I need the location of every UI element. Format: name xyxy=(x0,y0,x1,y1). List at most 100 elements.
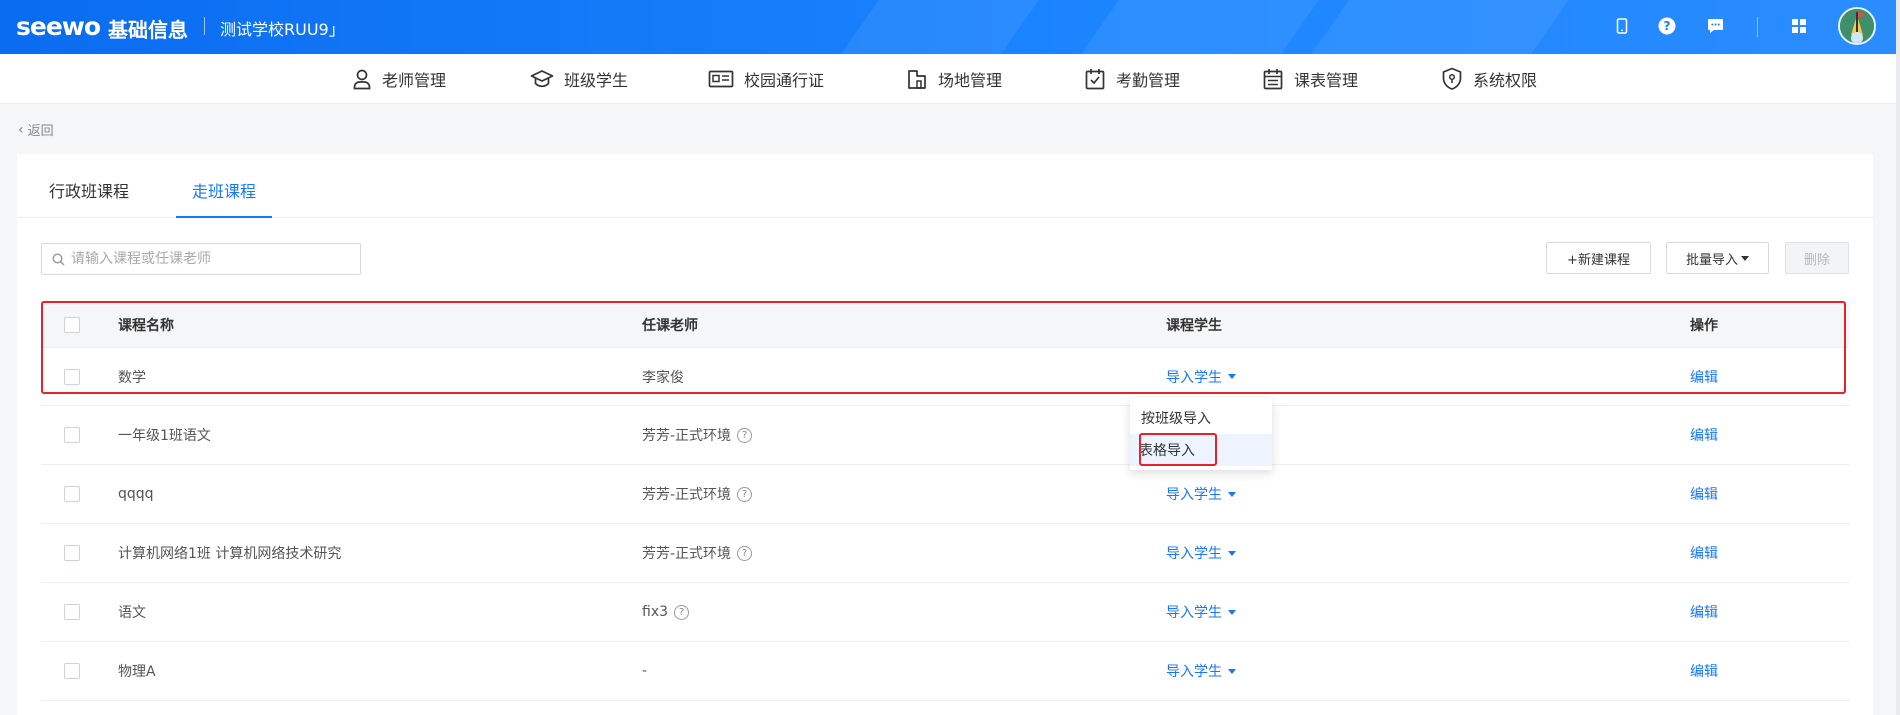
search-icon xyxy=(52,252,65,265)
new-course-button[interactable]: +新建课程 xyxy=(1546,242,1651,274)
seewo-logo[interactable]: seewo xyxy=(16,12,101,41)
import-students-dropdown[interactable]: 导入学生 xyxy=(1166,524,1236,582)
import-students-dropdown[interactable]: 导入学生 xyxy=(1166,465,1236,523)
teacher-cell: 芳芳-正式环境? xyxy=(642,406,753,464)
row-checkbox[interactable] xyxy=(64,406,80,464)
import-students-label: 导入学生 xyxy=(1166,487,1222,503)
table-row: 一年级1班语文 芳芳-正式环境? 编辑 xyxy=(41,406,1849,465)
search-box[interactable] xyxy=(41,243,361,275)
import-students-menu: 按班级导入 表格导入 xyxy=(1130,398,1272,470)
table-row: qqqq 芳芳-正式环境? 导入学生 编辑 xyxy=(41,465,1849,524)
nav-label: 老师管理 xyxy=(382,71,447,90)
edit-link[interactable]: 编辑 xyxy=(1690,465,1718,523)
graduation-cap-icon xyxy=(530,70,554,88)
search-input[interactable] xyxy=(71,251,351,267)
row-checkbox[interactable] xyxy=(64,524,80,582)
col-course-students: 课程学生 xyxy=(1166,317,1222,334)
edit-link[interactable]: 编辑 xyxy=(1690,583,1718,641)
import-students-label: 导入学生 xyxy=(1166,546,1222,562)
nav-class-students[interactable]: 班级学生 xyxy=(530,66,628,92)
table-row: 语文 fix3? 导入学生 编辑 xyxy=(41,583,1849,642)
teacher-name: 芳芳-正式环境 xyxy=(642,428,732,444)
tab-admin-class-courses[interactable]: 行政班课程 xyxy=(49,178,129,202)
nav-attendance-management[interactable]: 考勤管理 xyxy=(1084,66,1180,92)
teacher-name: - xyxy=(642,663,648,679)
svg-text:?: ? xyxy=(1664,19,1671,33)
select-all-checkbox[interactable] xyxy=(64,302,80,347)
row-checkbox[interactable] xyxy=(64,642,80,700)
import-students-label: 导入学生 xyxy=(1166,605,1222,621)
apps-icon[interactable] xyxy=(1788,15,1810,37)
row-checkbox[interactable] xyxy=(64,348,80,405)
caret-down-icon xyxy=(1228,668,1236,674)
course-name: 物理A xyxy=(118,664,156,680)
teacher-name: 李家俊 xyxy=(642,369,684,386)
shield-icon xyxy=(1442,67,1462,90)
caret-down-icon xyxy=(1228,491,1236,497)
import-students-dropdown[interactable]: 导入学生 xyxy=(1166,583,1236,641)
nav-venue-management[interactable]: 场地管理 xyxy=(906,66,1002,92)
nav-label: 场地管理 xyxy=(938,71,1003,90)
edit-link[interactable]: 编辑 xyxy=(1690,406,1718,464)
course-card: 行政班课程 走班课程 +新建课程 批量导入 删除 课程名称 任课老师 课程学生 … xyxy=(17,154,1873,715)
caret-down-icon xyxy=(1741,255,1749,261)
help-circle-icon[interactable]: ? xyxy=(674,604,690,620)
header-divider xyxy=(204,17,205,35)
scrollbar[interactable] xyxy=(1896,0,1900,715)
id-card-icon xyxy=(708,70,734,88)
nav-teacher-management[interactable]: 老师管理 xyxy=(352,66,446,92)
nav-label: 系统权限 xyxy=(1473,71,1538,90)
nav-campus-pass[interactable]: 校园通行证 xyxy=(708,66,824,92)
header-divider xyxy=(1757,17,1758,37)
phone-icon[interactable] xyxy=(1611,15,1633,37)
main-nav: 老师管理 班级学生 校园通行证 场地管理 考勤管理 课表管理 系统权限 xyxy=(0,54,1900,104)
delete-button[interactable]: 删除 xyxy=(1785,242,1849,274)
col-course-name: 课程名称 xyxy=(118,317,174,334)
table-row: 数学 李家俊 导入学生 编辑 xyxy=(41,348,1849,406)
building-icon xyxy=(908,70,926,89)
caret-down-icon xyxy=(1228,550,1236,556)
caret-down-icon xyxy=(1228,374,1236,379)
nav-label: 课表管理 xyxy=(1294,71,1359,90)
nav-label: 考勤管理 xyxy=(1116,71,1181,90)
import-students-dropdown[interactable]: 导入学生 xyxy=(1166,642,1236,700)
edit-link[interactable]: 编辑 xyxy=(1690,642,1718,700)
active-tab-indicator xyxy=(176,216,272,218)
table-row: 物理A - 导入学生 编辑 xyxy=(41,642,1849,701)
edit-link[interactable]: 编辑 xyxy=(1690,524,1718,582)
batch-import-button[interactable]: 批量导入 xyxy=(1666,242,1769,274)
avatar[interactable] xyxy=(1838,7,1876,45)
nav-system-permissions[interactable]: 系统权限 xyxy=(1441,66,1537,92)
teacher-icon xyxy=(353,69,371,90)
batch-import-label: 批量导入 xyxy=(1685,252,1738,268)
teacher-cell: fix3? xyxy=(642,583,690,641)
tab-elective-courses[interactable]: 走班课程 xyxy=(192,178,256,202)
back-label: 返回 xyxy=(27,124,54,139)
nav-label: 校园通行证 xyxy=(744,71,825,90)
help-circle-icon[interactable]: ? xyxy=(737,486,753,502)
row-checkbox[interactable] xyxy=(64,583,80,641)
import-students-dropdown[interactable]: 导入学生 xyxy=(1166,348,1236,405)
table-header: 课程名称 任课老师 课程学生 操作 xyxy=(41,302,1849,348)
menu-item-import-by-spreadsheet[interactable]: 表格导入 xyxy=(1130,434,1272,466)
course-name: qqqq xyxy=(118,486,154,502)
school-name[interactable]: 测试学校RUU9」 xyxy=(220,16,345,40)
nav-schedule-management[interactable]: 课表管理 xyxy=(1262,66,1358,92)
teacher-name: 芳芳-正式环境 xyxy=(642,487,732,503)
col-actions: 操作 xyxy=(1690,317,1718,334)
help-icon[interactable]: ? xyxy=(1656,15,1678,37)
menu-item-import-by-class[interactable]: 按班级导入 xyxy=(1130,402,1272,434)
col-teacher: 任课老师 xyxy=(642,317,698,334)
teacher-name: 芳芳-正式环境 xyxy=(642,546,732,562)
help-circle-icon[interactable]: ? xyxy=(737,545,753,561)
edit-link[interactable]: 编辑 xyxy=(1690,348,1718,405)
top-header: seewo 基础信息 测试学校RUU9」 ? xyxy=(0,0,1900,54)
help-circle-icon[interactable]: ? xyxy=(737,427,753,443)
teacher-cell: 芳芳-正式环境? xyxy=(642,524,753,582)
message-icon[interactable] xyxy=(1704,15,1726,37)
import-students-label: 导入学生 xyxy=(1166,369,1222,386)
course-name: 语文 xyxy=(118,605,146,621)
back-link[interactable]: ‹ 返回 xyxy=(18,120,54,140)
course-name: 数学 xyxy=(118,369,146,386)
row-checkbox[interactable] xyxy=(64,465,80,523)
